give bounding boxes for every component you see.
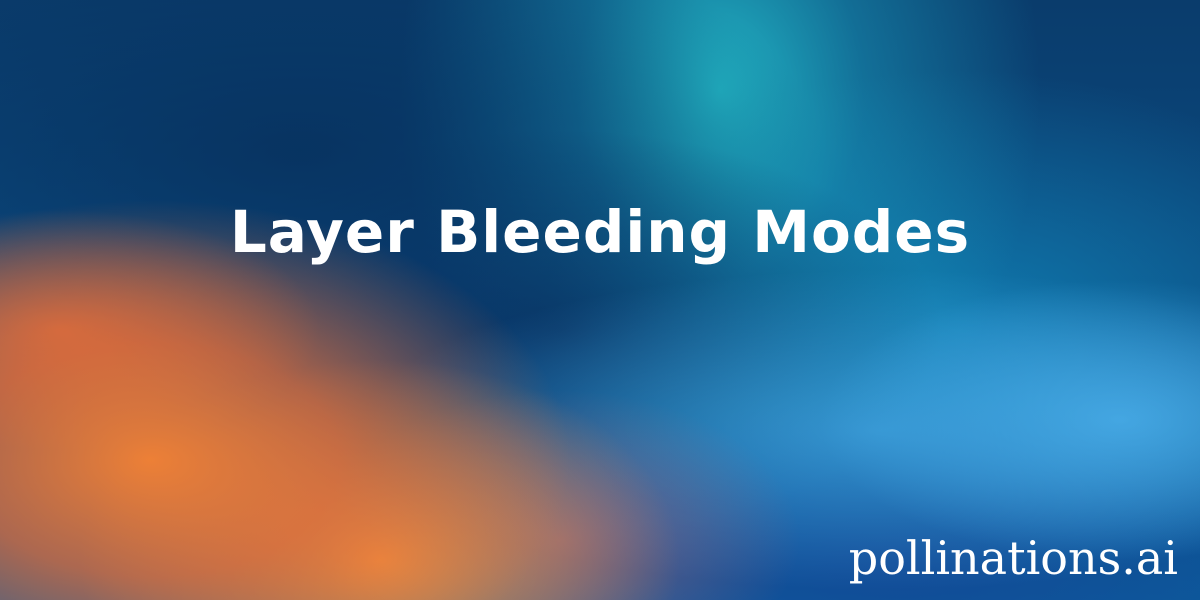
- hero-banner: Layer Bleeding Modes pollinations.ai: [0, 0, 1200, 600]
- dark-band: [0, 0, 1200, 600]
- cyan-glow: [0, 0, 1200, 600]
- banner-title: Layer Bleeding Modes: [229, 198, 971, 266]
- orange-glow: [0, 0, 1200, 600]
- background-gradient: [0, 0, 1200, 600]
- pollinations-watermark: pollinations.ai: [848, 531, 1178, 585]
- blue-wave: [0, 0, 1200, 600]
